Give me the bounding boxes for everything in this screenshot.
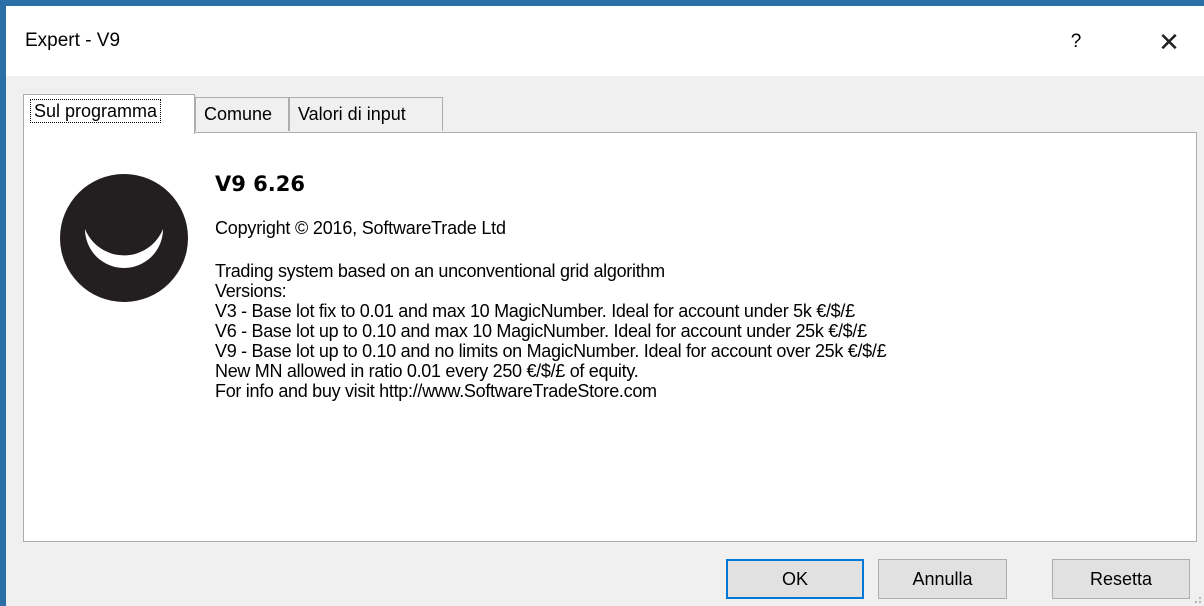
close-icon[interactable]: ✕ bbox=[1158, 27, 1180, 57]
description-line: Versions: bbox=[215, 281, 287, 301]
tab-comune[interactable]: Comune bbox=[195, 97, 289, 131]
crescent-circle-logo-icon bbox=[60, 174, 188, 302]
help-button[interactable]: ? bbox=[1056, 20, 1096, 64]
title-bar: Expert - V9 ? ✕ bbox=[6, 6, 1204, 76]
tab-sul-programma[interactable]: Sul programma bbox=[23, 94, 195, 134]
close-button[interactable]: ✕ bbox=[1144, 20, 1194, 64]
copyright-text: Copyright © 2016, SoftwareTrade Ltd bbox=[215, 218, 506, 238]
description-line: Trading system based on an unconventiona… bbox=[215, 261, 665, 281]
reset-button[interactable]: Resetta bbox=[1052, 559, 1190, 599]
description-line: V9 - Base lot up to 0.10 and no limits o… bbox=[215, 341, 887, 361]
program-title: V9 6.26 bbox=[215, 172, 305, 196]
cancel-button[interactable]: Annulla bbox=[878, 559, 1007, 599]
description-line: V3 - Base lot fix to 0.01 and max 10 Mag… bbox=[215, 301, 855, 321]
window-title: Expert - V9 bbox=[25, 30, 121, 51]
tab-label: Valori di input bbox=[298, 104, 406, 124]
description: Trading system based on an unconventiona… bbox=[215, 261, 887, 401]
about-content: V9 6.26 Copyright © 2016, SoftwareTrade … bbox=[215, 169, 887, 401]
expert-dialog: Expert - V9 ? ✕ Sul programma Comune Val… bbox=[6, 6, 1204, 606]
description-line: For info and buy visit http://www.Softwa… bbox=[215, 381, 657, 401]
ok-button[interactable]: OK bbox=[726, 559, 864, 599]
description-line: V6 - Base lot up to 0.10 and max 10 Magi… bbox=[215, 321, 867, 341]
description-line: New MN allowed in ratio 0.01 every 250 €… bbox=[215, 361, 639, 381]
tab-valori-di-input[interactable]: Valori di input bbox=[289, 97, 443, 131]
about-panel: V9 6.26 Copyright © 2016, SoftwareTrade … bbox=[23, 132, 1197, 542]
tab-label: Sul programma bbox=[29, 99, 162, 123]
tab-label: Comune bbox=[204, 104, 273, 124]
resize-grip-icon[interactable] bbox=[1192, 594, 1202, 604]
